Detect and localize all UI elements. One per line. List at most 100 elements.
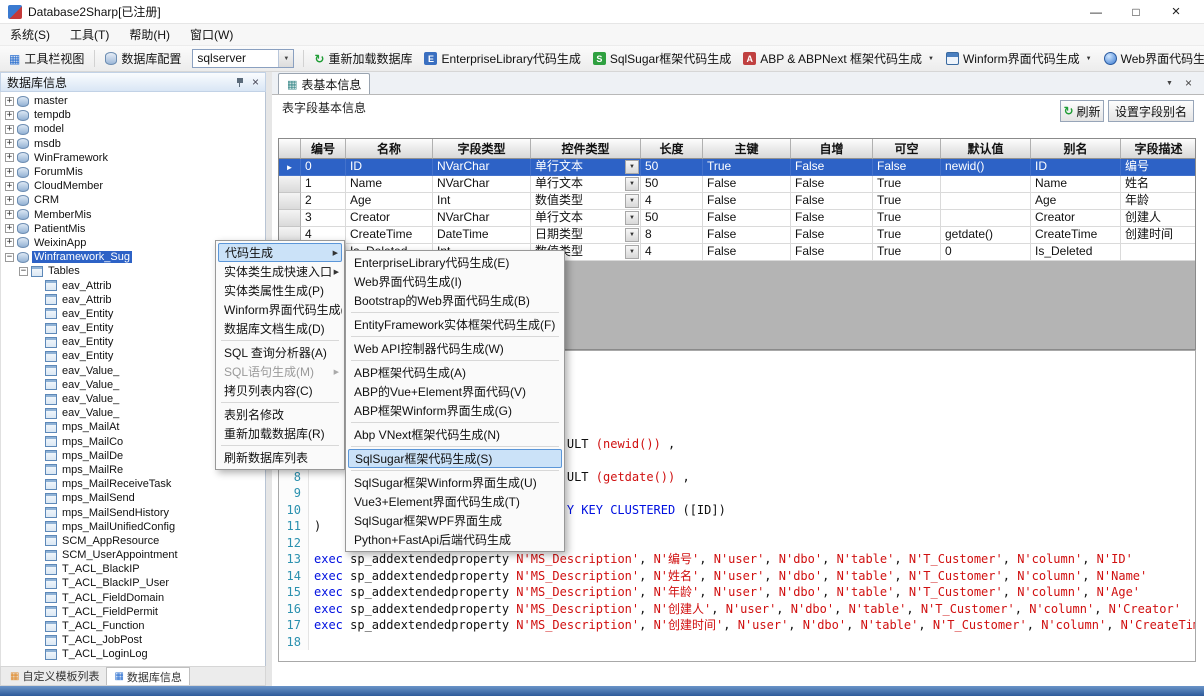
menu-item[interactable]: 表别名修改 <box>218 405 342 424</box>
menu-item[interactable]: ABP框架代码生成(A) <box>348 363 562 382</box>
toolbar-sqlsugar-button[interactable]: S SqlSugar框架代码生成 <box>588 48 736 69</box>
control-type-combo-cell[interactable]: 单行文本▼ <box>531 159 641 176</box>
control-type-combo-cell[interactable]: 数值类型▼ <box>531 193 641 210</box>
tree-item[interactable]: mps_MailSend <box>1 491 265 505</box>
grid-column-header[interactable]: 字段类型 <box>433 139 531 159</box>
tree-item[interactable]: T_ACL_LoginLog <box>1 647 265 661</box>
menu-item[interactable]: Web界面代码生成(I) <box>348 272 562 291</box>
menu-window[interactable]: 窗口(W) <box>180 24 243 45</box>
toolbar-view-button[interactable]: ▦ 工具栏视图 <box>4 48 89 69</box>
tree-item[interactable]: +ForumMis <box>1 165 265 179</box>
combo-dropdown-icon[interactable]: ▼ <box>625 194 639 208</box>
toolbar-web-button[interactable]: Web界面代码生成 ▼ <box>1099 48 1204 69</box>
menu-item[interactable]: 拷贝列表内容(C) <box>218 381 342 400</box>
menu-system[interactable]: 系统(S) <box>0 24 60 45</box>
menu-item[interactable]: 刷新数据库列表 <box>218 448 342 467</box>
combo-dropdown-icon[interactable]: ▼ <box>625 177 639 191</box>
grid-column-header[interactable]: 自增 <box>791 139 873 159</box>
tree-expander-icon[interactable]: + <box>5 153 14 162</box>
minimize-button[interactable]: — <box>1076 0 1116 24</box>
menu-item[interactable]: Winform界面代码生成(W) <box>218 300 342 319</box>
grid-column-header[interactable]: 字段描述 <box>1121 139 1196 159</box>
tree-expander-icon[interactable]: + <box>5 168 14 177</box>
menu-item[interactable]: ABP的Vue+Element界面代码(V) <box>348 382 562 401</box>
tree-item[interactable]: +MemberMis <box>1 208 265 222</box>
menu-item[interactable]: EntityFramework实体框架代码生成(F) <box>348 315 562 334</box>
tree-item[interactable]: T_ACL_FieldDomain <box>1 591 265 605</box>
combo-dropdown-icon[interactable]: ▼ <box>625 228 639 242</box>
panel-close-icon[interactable]: × <box>252 75 259 89</box>
toolbar-dbconfig-button[interactable]: 数据库配置 <box>100 48 186 69</box>
tree-item[interactable]: +CloudMember <box>1 179 265 193</box>
menu-item[interactable]: 实体类生成快速入口▶ <box>218 262 342 281</box>
tree-expander-icon[interactable]: + <box>5 182 14 191</box>
tree-item[interactable]: mps_MailReceiveTask <box>1 477 265 491</box>
table-row[interactable]: ►0IDNVarChar单行文本▼50TrueFalseFalsenewid()… <box>279 159 1195 176</box>
grid-column-header[interactable]: 长度 <box>641 139 703 159</box>
menu-item[interactable]: 数据库文档生成(D) <box>218 319 342 338</box>
tab-custom-templates[interactable]: ▦ 自定义模板列表 <box>3 667 106 685</box>
toolbar-enterpriselibrary-button[interactable]: E EnterpriseLibrary代码生成 <box>419 48 585 69</box>
tree-expander-icon[interactable]: + <box>5 97 14 106</box>
tree-item[interactable]: mps_MailUnifiedConfig <box>1 520 265 534</box>
menu-item[interactable]: 代码生成▶ <box>218 243 342 262</box>
provider-combo[interactable]: sqlserver ▼ <box>192 49 294 68</box>
row-header[interactable] <box>279 193 301 210</box>
pin-icon[interactable] <box>235 77 246 88</box>
tree-expander-icon[interactable]: + <box>5 210 14 219</box>
menu-item[interactable]: Vue3+Element界面代码生成(T) <box>348 492 562 511</box>
chevron-down-icon[interactable]: ▼ <box>928 56 934 62</box>
toolbar-reload-button[interactable]: ↻ 重新加载数据库 <box>309 48 417 69</box>
tab-database-info[interactable]: ▦ 数据库信息 <box>106 667 189 685</box>
tree-expander-icon[interactable]: + <box>5 238 14 247</box>
grid-column-header[interactable]: 主键 <box>703 139 791 159</box>
menu-item[interactable]: SqlSugar框架WPF界面生成 <box>348 511 562 530</box>
tab-table-basic-info[interactable]: ▦ 表基本信息 <box>278 73 370 94</box>
control-type-combo-cell[interactable]: 单行文本▼ <box>531 176 641 193</box>
menu-item[interactable]: ABP框架Winform界面生成(G) <box>348 401 562 420</box>
menu-item[interactable]: 实体类属性生成(P) <box>218 281 342 300</box>
toolbar-winform-button[interactable]: Winform界面代码生成 ▼ <box>941 48 1097 69</box>
table-row[interactable]: 3CreatorNVarChar单行文本▼50FalseFalseTrueCre… <box>279 210 1195 227</box>
tree-item[interactable]: T_ACL_JobPost <box>1 633 265 647</box>
control-type-combo-cell[interactable]: 单行文本▼ <box>531 210 641 227</box>
tree-item[interactable]: mps_MailSendHistory <box>1 505 265 519</box>
chevron-down-icon[interactable]: ▼ <box>1086 56 1092 62</box>
grid-column-header[interactable]: 控件类型 <box>531 139 641 159</box>
set-field-alias-button[interactable]: 设置字段别名 <box>1108 100 1194 122</box>
row-header[interactable] <box>279 176 301 193</box>
tree-item[interactable]: +WinFramework <box>1 151 265 165</box>
tree-item[interactable]: SCM_AppResource <box>1 534 265 548</box>
tree-item[interactable]: T_ACL_BlackIP_User <box>1 576 265 590</box>
menu-item[interactable]: EnterpriseLibrary代码生成(E) <box>348 253 562 272</box>
tree-item[interactable]: T_ACL_Function <box>1 619 265 633</box>
tree-expander-icon[interactable]: + <box>5 125 14 134</box>
refresh-button[interactable]: ↻ 刷新 <box>1060 100 1104 122</box>
menu-item[interactable]: Abp VNext框架代码生成(N) <box>348 425 562 444</box>
close-button[interactable]: × <box>1156 0 1196 24</box>
combo-dropdown-icon[interactable]: ▼ <box>625 245 639 259</box>
menu-help[interactable]: 帮助(H) <box>119 24 180 45</box>
toolbar-abp-button[interactable]: A ABP & ABPNext 框架代码生成 ▼ <box>738 48 939 69</box>
row-header[interactable] <box>279 210 301 227</box>
tree-item[interactable]: +model <box>1 122 265 136</box>
document-list-dropdown-icon[interactable]: ▼ <box>1166 80 1173 87</box>
tree-expander-icon[interactable]: − <box>5 253 14 262</box>
combo-dropdown-icon[interactable]: ▼ <box>625 160 639 174</box>
control-type-combo-cell[interactable]: 日期类型▼ <box>531 227 641 244</box>
table-row[interactable]: 2AgeInt数值类型▼4FalseFalseTrueAge年龄 <box>279 193 1195 210</box>
row-header[interactable]: ► <box>279 159 301 176</box>
menu-item[interactable]: SqlSugar框架代码生成(S) <box>348 449 562 468</box>
tree-item[interactable]: +CRM <box>1 193 265 207</box>
table-row[interactable]: 4CreateTimeDateTime日期类型▼8FalseFalseTrueg… <box>279 227 1195 244</box>
menu-item[interactable]: 重新加载数据库(R) <box>218 424 342 443</box>
grid-column-header[interactable]: 别名 <box>1031 139 1121 159</box>
tree-item[interactable]: SCM_UserAppointment <box>1 548 265 562</box>
tree-item[interactable]: +master <box>1 94 265 108</box>
table-row[interactable]: 1NameNVarChar单行文本▼50FalseFalseTrueName姓名 <box>279 176 1195 193</box>
document-close-icon[interactable]: × <box>1185 76 1192 90</box>
tree-expander-icon[interactable]: + <box>5 196 14 205</box>
tree-expander-icon[interactable]: − <box>19 267 28 276</box>
grid-column-header[interactable]: 可空 <box>873 139 941 159</box>
grid-column-header[interactable]: 编号 <box>301 139 346 159</box>
